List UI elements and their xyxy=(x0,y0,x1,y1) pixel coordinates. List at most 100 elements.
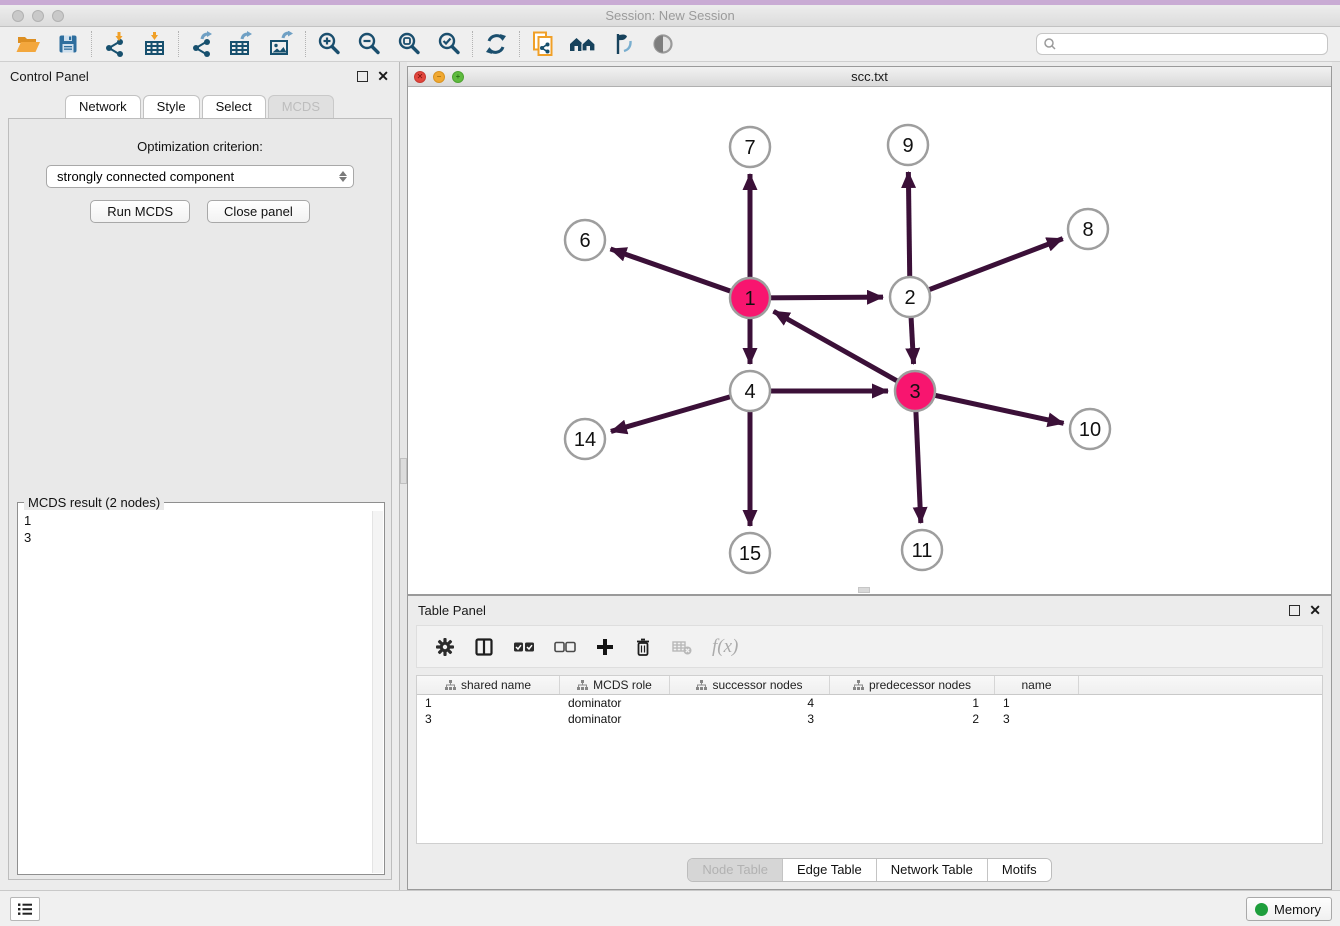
apply-layout-button[interactable] xyxy=(476,29,516,59)
run-mcds-button[interactable]: Run MCDS xyxy=(90,200,190,223)
show-hide-panels-button[interactable] xyxy=(563,29,603,59)
table-cell[interactable]: 1 xyxy=(830,695,995,711)
tab-select[interactable]: Select xyxy=(202,95,266,118)
delete-table-button[interactable] xyxy=(671,638,693,656)
zoom-selected-button[interactable] xyxy=(429,29,469,59)
optimization-criterion-label: Optimization criterion: xyxy=(9,139,391,154)
zoom-in-button[interactable] xyxy=(309,29,349,59)
mcds-result-list[interactable]: 1 3 xyxy=(18,510,384,548)
table-cell[interactable]: 4 xyxy=(670,695,830,711)
table-cell[interactable]: dominator xyxy=(560,695,670,711)
float-table-panel-icon[interactable] xyxy=(1289,605,1300,616)
graph-edge-4-14[interactable] xyxy=(611,391,750,431)
export-image-button[interactable] xyxy=(262,29,302,59)
close-table-panel-icon[interactable]: ✕ xyxy=(1309,603,1321,617)
network-hscroll-thumb[interactable] xyxy=(858,587,870,593)
table-cell[interactable]: 2 xyxy=(830,711,995,727)
tab-network-table[interactable]: Network Table xyxy=(877,859,988,881)
function-builder-button[interactable]: f(x) xyxy=(712,636,738,658)
search-field[interactable] xyxy=(1036,33,1328,55)
zoom-out-icon xyxy=(356,31,382,57)
column-header-shared-name[interactable]: shared name xyxy=(417,676,560,694)
tab-motifs[interactable]: Motifs xyxy=(988,859,1051,881)
search-input[interactable] xyxy=(1058,37,1327,51)
graph-node-15[interactable]: 15 xyxy=(730,533,770,573)
table-cell[interactable]: 3 xyxy=(995,711,1079,727)
memory-button-label: Memory xyxy=(1274,902,1321,917)
svg-text:7: 7 xyxy=(744,137,755,159)
network-canvas[interactable]: 7 9 6 8 1 2 4 3 14 10 15 11 xyxy=(408,87,1331,594)
graph-edge-1-6[interactable] xyxy=(610,249,750,298)
graph-node-10[interactable]: 10 xyxy=(1070,409,1110,449)
graph-node-9[interactable]: 9 xyxy=(888,125,928,165)
graph-node-11[interactable]: 11 xyxy=(902,530,942,570)
graph-edge-3-1[interactable] xyxy=(774,311,915,391)
tab-edge-table[interactable]: Edge Table xyxy=(783,859,877,881)
task-history-button[interactable] xyxy=(10,897,40,921)
tab-network[interactable]: Network xyxy=(65,95,141,118)
tab-mcds[interactable]: MCDS xyxy=(268,95,334,118)
table-row[interactable]: 1dominator411 xyxy=(417,695,1322,711)
graph-node-4[interactable]: 4 xyxy=(730,371,770,411)
graph-node-14[interactable]: 14 xyxy=(565,419,605,459)
optimization-criterion-select[interactable]: strongly connected component xyxy=(46,165,354,188)
graph-node-6[interactable]: 6 xyxy=(565,220,605,260)
close-panel-button[interactable]: Close panel xyxy=(207,200,310,223)
add-column-button[interactable] xyxy=(595,637,615,657)
graph-node-1[interactable]: 1 xyxy=(730,278,770,318)
open-session-button[interactable] xyxy=(8,29,48,59)
select-stepper-icon xyxy=(339,166,347,187)
hide-graphics-details-button[interactable] xyxy=(603,29,643,59)
float-panel-icon[interactable] xyxy=(357,71,368,82)
table-settings-button[interactable] xyxy=(435,637,455,657)
save-session-button[interactable] xyxy=(48,29,88,59)
zoom-selected-icon xyxy=(436,31,462,57)
zoom-fit-button[interactable] xyxy=(389,29,429,59)
zoom-out-button[interactable] xyxy=(349,29,389,59)
table-cell[interactable]: 3 xyxy=(670,711,830,727)
column-header-predecessor-nodes[interactable]: predecessor nodes xyxy=(830,676,995,694)
tab-style[interactable]: Style xyxy=(143,95,200,118)
graph-node-2[interactable]: 2 xyxy=(890,277,930,317)
graph-node-8[interactable]: 8 xyxy=(1068,209,1108,249)
duplicate-network-button[interactable] xyxy=(523,29,563,59)
graph-edge-3-10[interactable] xyxy=(915,391,1064,423)
column-header-successor-nodes[interactable]: successor nodes xyxy=(670,676,830,694)
table-panel: Table Panel ✕ f(x) shared nameMCDS roles… xyxy=(407,595,1332,890)
deselect-all-button[interactable] xyxy=(554,640,576,654)
select-all-button[interactable] xyxy=(513,640,535,654)
homes-icon xyxy=(568,32,598,56)
memory-button[interactable]: Memory xyxy=(1246,897,1332,921)
close-panel-icon[interactable]: ✕ xyxy=(377,69,389,83)
control-panel-title: Control Panel xyxy=(10,69,89,84)
column-header-name[interactable]: name xyxy=(995,676,1079,694)
result-scrollbar[interactable] xyxy=(372,511,383,873)
tab-node-table[interactable]: Node Table xyxy=(688,859,783,881)
graph-node-3[interactable]: 3 xyxy=(895,371,935,411)
toolbar-separator xyxy=(91,31,92,57)
table-cell[interactable]: 1 xyxy=(995,695,1079,711)
optimization-criterion-value: strongly connected component xyxy=(57,169,234,184)
export-network-button[interactable] xyxy=(182,29,222,59)
export-table-button[interactable] xyxy=(222,29,262,59)
split-columns-button[interactable] xyxy=(474,637,494,657)
table-row[interactable]: 3dominator323 xyxy=(417,711,1322,727)
refresh-icon xyxy=(483,31,509,57)
splitter-handle[interactable] xyxy=(400,458,407,484)
table-cell[interactable]: 3 xyxy=(417,711,560,727)
control-panel-tabs: NetworkStyleSelectMCDS xyxy=(0,95,399,118)
search-icon xyxy=(1042,36,1058,52)
import-table-button[interactable] xyxy=(135,29,175,59)
trash-icon xyxy=(634,637,652,657)
table-cell[interactable]: 1 xyxy=(417,695,560,711)
table-cell[interactable]: dominator xyxy=(560,711,670,727)
zoom-fit-icon xyxy=(396,31,422,57)
delete-column-button[interactable] xyxy=(634,637,652,657)
import-network-button[interactable] xyxy=(95,29,135,59)
column-header-MCDS-role[interactable]: MCDS role xyxy=(560,676,670,694)
graph-edge-2-8[interactable] xyxy=(910,239,1063,297)
save-disk-icon xyxy=(56,32,80,56)
graph-node-7[interactable]: 7 xyxy=(730,127,770,167)
toggle-bird-eye-view-button[interactable] xyxy=(643,29,683,59)
window-title: Session: New Session xyxy=(0,8,1340,23)
